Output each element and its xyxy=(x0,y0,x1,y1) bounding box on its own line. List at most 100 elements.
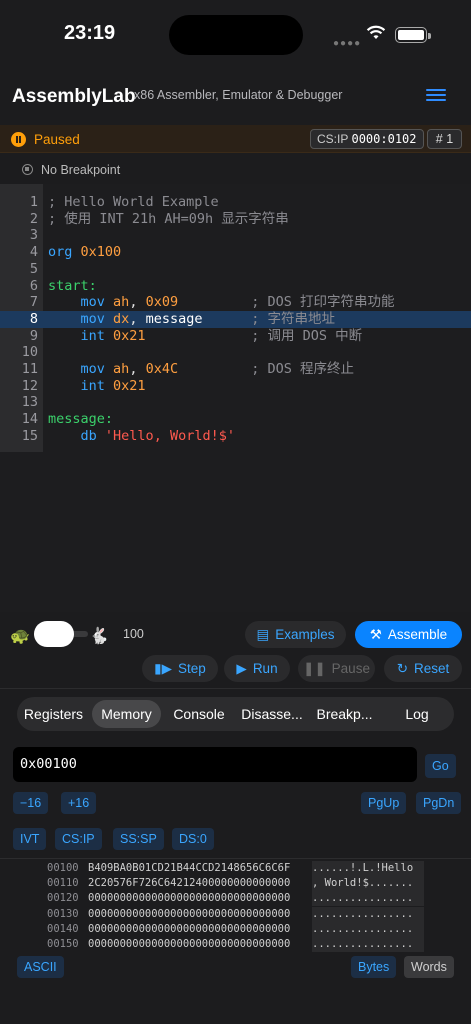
speed-value: 100 xyxy=(123,627,144,641)
line-number[interactable]: 3 xyxy=(0,227,38,244)
line-number[interactable]: 13 xyxy=(0,394,38,411)
words-view-button[interactable]: Words xyxy=(404,956,454,978)
memory-hex: 2C20576F726C64212400000000000000 xyxy=(88,877,291,890)
code-text: db 'Hello, World!$' xyxy=(80,427,235,444)
assemble-label: Assemble xyxy=(387,627,448,642)
step-icon: ▮▶ xyxy=(154,661,173,676)
code-text: mov ah, 0x4C ; DOS 程序终止 xyxy=(80,361,355,377)
line-number[interactable]: 1 xyxy=(0,194,38,211)
code-line[interactable]: 10 xyxy=(0,344,471,361)
line-number[interactable]: 14 xyxy=(0,411,38,428)
csip-label: CS:IP xyxy=(317,132,349,146)
execution-status-bar: Paused CS:IP 0000:0102 # 1 xyxy=(0,125,471,153)
status-bar: 23:19 ●●●● xyxy=(0,0,471,70)
jump-csip-button[interactable]: CS:IP xyxy=(55,828,102,850)
line-number[interactable]: 9 xyxy=(0,328,38,345)
line-number[interactable]: 12 xyxy=(0,378,38,395)
pgdn-button[interactable]: PgDn xyxy=(416,792,462,814)
code-line[interactable]: 1 ; Hello World Example xyxy=(0,194,471,211)
code-text: int 0x21 ; 调用 DOS 中断 xyxy=(80,327,363,344)
line-number[interactable]: 10 xyxy=(0,344,38,361)
tab-log[interactable]: Log xyxy=(383,700,451,728)
plus16-button[interactable]: +16 xyxy=(61,792,97,814)
code-line[interactable]: 7 mov ah, 0x09 ; DOS 打印字符串功能 xyxy=(0,294,471,311)
pause-button[interactable]: ❚❚ Pause xyxy=(298,655,375,682)
bytes-view-button[interactable]: Bytes xyxy=(351,956,397,978)
breakpoint-bar: No Breakpoint xyxy=(0,156,471,184)
examples-button[interactable]: ▤ Examples xyxy=(245,621,346,648)
code-line[interactable]: 15 db 'Hello, World!$' xyxy=(0,428,471,445)
signal-icon: ●●●● xyxy=(333,38,362,49)
memory-row: 00130 00000000000000000000000000000000...… xyxy=(0,906,471,922)
csip-display: CS:IP 0000:0102 xyxy=(310,129,424,149)
code-text: ; 使用 INT 21h AH=09h 显示字符串 xyxy=(48,210,289,227)
memory-hex: 00000000000000000000000000000000 xyxy=(88,892,291,905)
code-line[interactable]: 13 xyxy=(0,394,471,411)
memory-ascii: ................ xyxy=(312,921,424,937)
code-editor[interactable]: 1 ; Hello World Example 2 ; 使用 INT 21h AH=0… xyxy=(0,184,471,612)
memory-dump: 00100 B409BA0B01CD21B44CCD2148656C6C6F...… xyxy=(0,858,471,952)
memory-address: 00120 xyxy=(47,892,79,905)
minus16-button[interactable]: −16 xyxy=(13,792,49,814)
tab-disassembly[interactable]: Disasse... xyxy=(237,700,307,728)
pgup-button[interactable]: PgUp xyxy=(361,792,407,814)
line-number[interactable]: 7 xyxy=(0,294,38,311)
memory-row: 00140 00000000000000000000000000000000...… xyxy=(0,921,471,937)
code-text: org 0x100 xyxy=(48,244,122,261)
line-number[interactable]: 4 xyxy=(0,244,38,261)
panel-tabs-area: Registers Memory Console Disasse... Brea… xyxy=(0,688,471,738)
jump-sssp-button[interactable]: SS:SP xyxy=(113,828,164,850)
tab-breakpoints[interactable]: Breakp... xyxy=(311,700,378,728)
rabbit-icon: 🐇 xyxy=(89,628,109,645)
run-button[interactable]: ▶ Run xyxy=(224,655,290,682)
hammer-icon: ⚒ xyxy=(369,627,382,642)
code-line[interactable]: 4 org 0x100 xyxy=(0,244,471,261)
memory-address: 00140 xyxy=(47,922,79,935)
memory-ascii: ................ xyxy=(312,906,424,922)
assemble-button[interactable]: ⚒ Assemble xyxy=(355,621,462,648)
memory-ascii: ......!.L.!Hello xyxy=(312,861,424,876)
memory-hex: 00000000000000000000000000000000 xyxy=(88,922,291,935)
turtle-icon: 🐢 xyxy=(10,628,30,645)
code-line[interactable]: 2 ; 使用 INT 21h AH=09h 显示字符串 xyxy=(0,211,471,228)
memory-ascii: ................ xyxy=(312,891,424,907)
line-number[interactable]: 8 xyxy=(0,311,38,328)
line-number[interactable]: 15 xyxy=(0,428,38,445)
step-button[interactable]: ▮▶ Step xyxy=(142,655,218,682)
reset-button[interactable]: ↻ Reset xyxy=(384,655,462,682)
line-number[interactable]: 11 xyxy=(0,361,38,378)
line-number[interactable]: 5 xyxy=(0,261,38,278)
pause-icon: ❚❚ xyxy=(303,661,326,676)
code-line[interactable]: 6 start: xyxy=(0,278,471,295)
line-number[interactable]: 6 xyxy=(0,278,38,295)
code-text: start: xyxy=(48,277,97,294)
panel-tab-bar: Registers Memory Console Disasse... Brea… xyxy=(17,697,454,731)
line-number[interactable]: 2 xyxy=(0,211,38,228)
control-panel: 🐢 🐇 100 ▤ Examples ⚒ Assemble ▮▶ Step ▶ Run … xyxy=(0,612,471,688)
go-button[interactable]: Go xyxy=(425,754,456,778)
tab-memory[interactable]: Memory xyxy=(92,700,161,728)
address-input[interactable]: 0x00100 xyxy=(13,747,417,782)
tab-console[interactable]: Console xyxy=(166,700,232,728)
tab-registers[interactable]: Registers xyxy=(20,700,87,728)
code-text: message: xyxy=(48,411,114,428)
ascii-toggle-button[interactable]: ASCII xyxy=(17,956,64,978)
breakpoint-count-label: # xyxy=(435,132,443,146)
code-line[interactable]: 5 xyxy=(0,261,471,278)
speed-slider-thumb[interactable] xyxy=(34,621,74,647)
memory-hex: 00000000000000000000000000000000 xyxy=(88,907,291,920)
app-title: AssemblyLab xyxy=(12,86,136,107)
code-line[interactable]: 11 mov ah, 0x4C ; DOS 程序终止 xyxy=(0,361,471,378)
code-line[interactable]: 9 int 0x21 ; 调用 DOS 中断 xyxy=(0,328,471,345)
code-line[interactable]: 8 mov dx, message ; 字符串地址 xyxy=(0,310,471,328)
code-line[interactable]: 3 xyxy=(0,227,471,244)
memory-hex: B409BA0B01CD21B44CCD2148656C6C6F xyxy=(88,862,291,874)
jump-ds-button[interactable]: DS:0 xyxy=(172,828,214,850)
breakpoint-count-value: 1 xyxy=(446,132,454,146)
ivt-button[interactable]: IVT xyxy=(13,828,47,850)
breakpoint-count-button[interactable]: # 1 xyxy=(427,129,462,149)
code-line[interactable]: 12 int 0x21 xyxy=(0,378,471,395)
code-line[interactable]: 14 message: xyxy=(0,411,471,428)
hamburger-menu-icon[interactable] xyxy=(426,89,446,103)
dynamic-island xyxy=(169,15,303,55)
